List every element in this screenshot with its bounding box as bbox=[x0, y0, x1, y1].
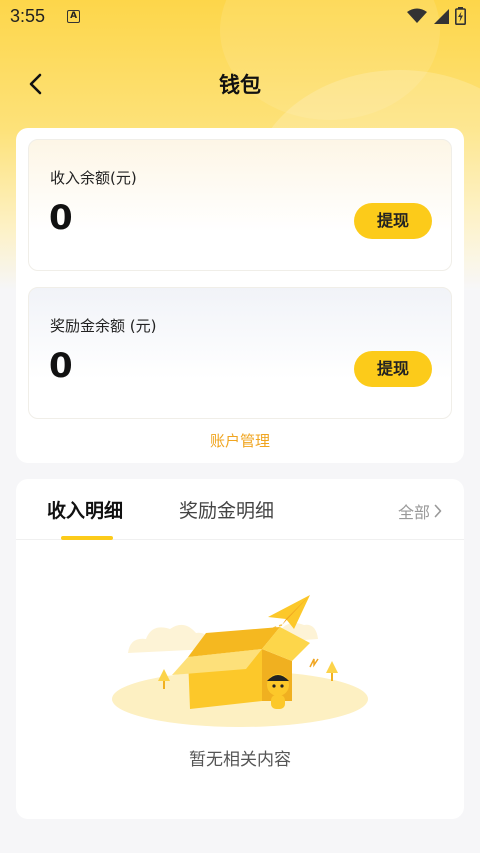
chevron-right-icon bbox=[434, 504, 442, 518]
page-title: 钱包 bbox=[219, 73, 261, 97]
all-filter-link[interactable]: 全部 bbox=[398, 499, 442, 523]
empty-state-text: 暂无相关内容 bbox=[189, 750, 291, 770]
chevron-left-icon bbox=[29, 73, 42, 95]
status-bar: 3:55 A bbox=[0, 0, 480, 32]
status-time: 3:55 bbox=[10, 5, 46, 26]
tab-income-details[interactable]: 收入明细 bbox=[47, 496, 123, 523]
wifi-icon bbox=[407, 8, 427, 23]
income-balance-amount: 0 bbox=[49, 198, 73, 238]
account-manage-link[interactable]: 账户管理 bbox=[16, 430, 464, 451]
active-tab-indicator bbox=[61, 536, 113, 540]
tab-reward-details[interactable]: 奖励金明细 bbox=[179, 496, 274, 523]
battery-icon bbox=[455, 7, 466, 25]
nav-bar: 钱包 bbox=[0, 60, 480, 108]
reward-balance-box: 奖励金余额 (元) 0 提现 bbox=[28, 287, 452, 419]
wallet-card: 收入余额(元) 0 提现 奖励金余额 (元) 0 提现 账户管理 bbox=[16, 128, 464, 463]
notification-badge: A bbox=[67, 9, 81, 23]
income-balance-box: 收入余额(元) 0 提现 bbox=[28, 139, 452, 271]
reward-balance-label: 奖励金余额 (元) bbox=[50, 317, 157, 335]
empty-box-illustration bbox=[112, 595, 368, 727]
reward-withdraw-button[interactable]: 提现 bbox=[354, 351, 432, 387]
income-balance-label: 收入余额(元) bbox=[50, 169, 137, 187]
income-withdraw-button[interactable]: 提现 bbox=[354, 203, 432, 239]
reward-balance-amount: 0 bbox=[49, 346, 73, 386]
details-tabs: 收入明细 奖励金明细 全部 bbox=[16, 479, 464, 540]
signal-icon bbox=[434, 9, 449, 24]
all-filter-label: 全部 bbox=[397, 503, 430, 522]
back-button[interactable] bbox=[22, 70, 50, 98]
details-card: 收入明细 奖励金明细 全部 暂无相关内容 bbox=[16, 479, 464, 819]
